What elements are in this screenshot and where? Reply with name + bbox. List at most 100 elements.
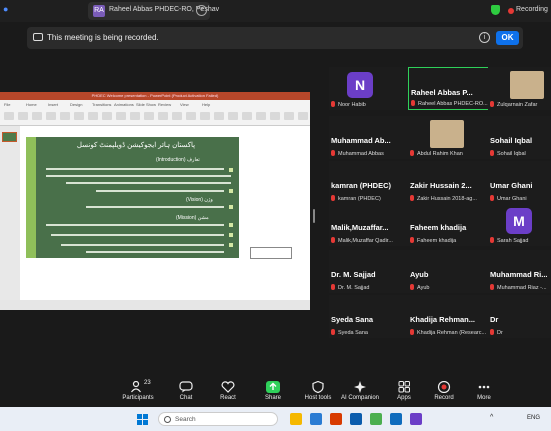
ribbon-command-icon[interactable] <box>88 112 98 120</box>
mic-muted-icon <box>490 150 494 156</box>
participant-footer-label: Muhammad Abbas <box>338 151 384 157</box>
ribbon-command-icon[interactable] <box>74 112 84 120</box>
ribbon-tab[interactable]: Animations <box>114 102 134 107</box>
mic-muted-icon <box>490 329 494 335</box>
ribbon-tab[interactable]: Slide Show <box>136 102 156 107</box>
ribbon-command-icon[interactable] <box>284 112 294 120</box>
ribbon-command-icon[interactable] <box>172 112 182 120</box>
mic-muted-icon <box>490 101 494 107</box>
ribbon-command-icon[interactable] <box>144 112 154 120</box>
participant-tile[interactable]: Zakir Hussain 2... Zakir Hussain 2018-ag.… <box>408 161 494 204</box>
taskbar-search[interactable]: Search <box>158 412 278 426</box>
ribbon-tab[interactable]: Insert <box>48 102 58 107</box>
split-handle[interactable] <box>313 209 315 223</box>
ribbon-command-icon[interactable] <box>46 112 56 120</box>
ribbon-command-icon[interactable] <box>130 112 140 120</box>
participant-tile[interactable]: Abdul Rahim Khan <box>408 116 494 159</box>
slide-text-line <box>66 182 231 184</box>
close-icon[interactable]: × <box>196 5 207 16</box>
zoom-app-icon[interactable] <box>350 413 362 425</box>
ribbon-command-icon[interactable] <box>256 112 266 120</box>
participant-tile[interactable]: Dr Dr <box>488 295 551 338</box>
ribbon-tab[interactable]: Review <box>158 102 171 107</box>
participant-tile[interactable]: Sohail Iqbal Sohail Iqbal <box>488 116 551 159</box>
recording-banner: This meeting is being recorded. i OK <box>27 27 523 49</box>
ribbon-tab[interactable]: View <box>180 102 189 107</box>
slide-text-line <box>46 224 224 226</box>
ribbon-command-icon[interactable] <box>18 112 28 120</box>
participant-tile[interactable]: Umar Ghani Umar Ghani <box>488 161 551 204</box>
ribbon-tab[interactable]: File <box>4 102 10 107</box>
mic-muted-icon <box>331 284 335 290</box>
ribbon-command-icon[interactable] <box>298 112 308 120</box>
ok-button[interactable]: OK <box>496 31 519 45</box>
ribbon-command-icon[interactable] <box>158 112 168 120</box>
ribbon-command-icon[interactable] <box>228 112 238 120</box>
slide-heading: تعارف (Introduction) <box>156 157 200 163</box>
participant-tile[interactable]: M Sarah Sajjad <box>488 203 551 246</box>
participant-footer-label: Khadija Rehman (Researc... <box>417 330 487 336</box>
participant-tile[interactable]: Syeda Sana Syeda Sana <box>329 295 415 338</box>
powerpoint-icon[interactable] <box>330 413 342 425</box>
ribbon-tab[interactable]: Home <box>26 102 37 107</box>
ribbon-tab[interactable]: Design <box>70 102 82 107</box>
chevron-up-icon[interactable]: ^ <box>490 414 493 421</box>
participant-footer: Dr. M. Sajjad <box>331 284 415 291</box>
ribbon-command-icon[interactable] <box>32 112 42 120</box>
recording-label[interactable]: Recording <box>516 6 548 13</box>
participant-tile[interactable]: Raheel Abbas P... Raheel Abbas PHDEC-RO..… <box>408 67 494 110</box>
participant-tile[interactable]: Zulqarnain Zafar <box>488 67 551 110</box>
edge-icon[interactable] <box>310 413 322 425</box>
ribbon-command-icon[interactable] <box>214 112 224 120</box>
shield-icon[interactable] <box>491 5 500 15</box>
participant-tile[interactable]: N Noor Habib <box>329 67 415 110</box>
ribbon-command-icon[interactable] <box>270 112 280 120</box>
participant-name: Raheel Abbas P... <box>411 88 473 97</box>
participants-button[interactable]: 23 Participants <box>114 377 162 407</box>
teams-icon[interactable] <box>410 413 422 425</box>
ribbon-command-icon[interactable] <box>116 112 126 120</box>
ribbon-command-icon[interactable] <box>102 112 112 120</box>
meeting-toolbar: 23 Participants Chat React Share Host to… <box>0 377 551 407</box>
slide-canvas: پاکستان ہائر ایجوکیشن ڈویلپمنٹ کونسل تعا… <box>26 137 239 258</box>
info-icon[interactable]: i <box>479 32 490 43</box>
shared-screen[interactable]: PHDEC Welcome presentation - PowerPoint … <box>0 92 310 310</box>
participant-tile[interactable]: Faheem khadija Faheem khadija <box>408 203 494 246</box>
ribbon-command-icon[interactable] <box>200 112 210 120</box>
slide-thumbnail <box>2 132 17 142</box>
participant-tile[interactable]: Khadija Rehman... Khadija Rehman (Researc… <box>408 295 494 338</box>
recording-dot-icon <box>508 8 514 14</box>
ribbon-command-icon[interactable] <box>186 112 196 120</box>
outlook-icon[interactable] <box>390 413 402 425</box>
participant-tile[interactable]: Malik,Muzaffar... Malik,Muzaffar Qadir... <box>329 203 415 246</box>
ribbon-command-icon[interactable] <box>4 112 14 120</box>
slide-bullet <box>229 189 233 193</box>
ribbon-command-icon[interactable] <box>60 112 70 120</box>
host-tools-label: Host tools <box>304 395 332 401</box>
participants-icon <box>131 381 141 393</box>
participant-footer-label: Syeda Sana <box>338 330 368 336</box>
host-tools-button[interactable]: Host tools <box>294 377 342 407</box>
ai-companion-button[interactable]: AI Companion <box>336 377 384 407</box>
participant-footer: Sohail Iqbal <box>490 150 551 157</box>
participant-tile[interactable]: kamran (PHDEC) kamran (PHDEC) <box>329 161 415 204</box>
participant-tile[interactable]: Muhammad Ab... Muhammad Abbas <box>329 116 415 159</box>
chrome-icon[interactable] <box>370 413 382 425</box>
participant-tile[interactable]: Muhammad Ri... Muhammad Riaz -... <box>488 250 551 293</box>
ribbon-tab[interactable]: Help <box>202 102 210 107</box>
mic-muted-icon <box>410 329 414 335</box>
participant-tile[interactable]: Ayub Ayub <box>408 250 494 293</box>
language-indicator[interactable]: ENG <box>527 415 540 421</box>
slide-bullet <box>229 205 233 209</box>
meeting-tab[interactable]: RA Raheel Abbas PHDEC-RO, Peshav × <box>88 2 219 20</box>
more-button[interactable]: More <box>460 377 508 407</box>
windows-start-icon[interactable] <box>137 414 148 425</box>
react-button[interactable]: React <box>204 377 252 407</box>
share-button[interactable]: Share <box>249 377 297 407</box>
participant-footer-label: Dr <box>497 330 503 336</box>
chat-button[interactable]: Chat <box>162 377 210 407</box>
participant-tile[interactable]: Dr. M. Sajjad Dr. M. Sajjad <box>329 250 415 293</box>
ribbon-command-icon[interactable] <box>242 112 252 120</box>
ribbon-tab[interactable]: Transitions <box>92 102 111 107</box>
file-explorer-icon[interactable] <box>290 413 302 425</box>
